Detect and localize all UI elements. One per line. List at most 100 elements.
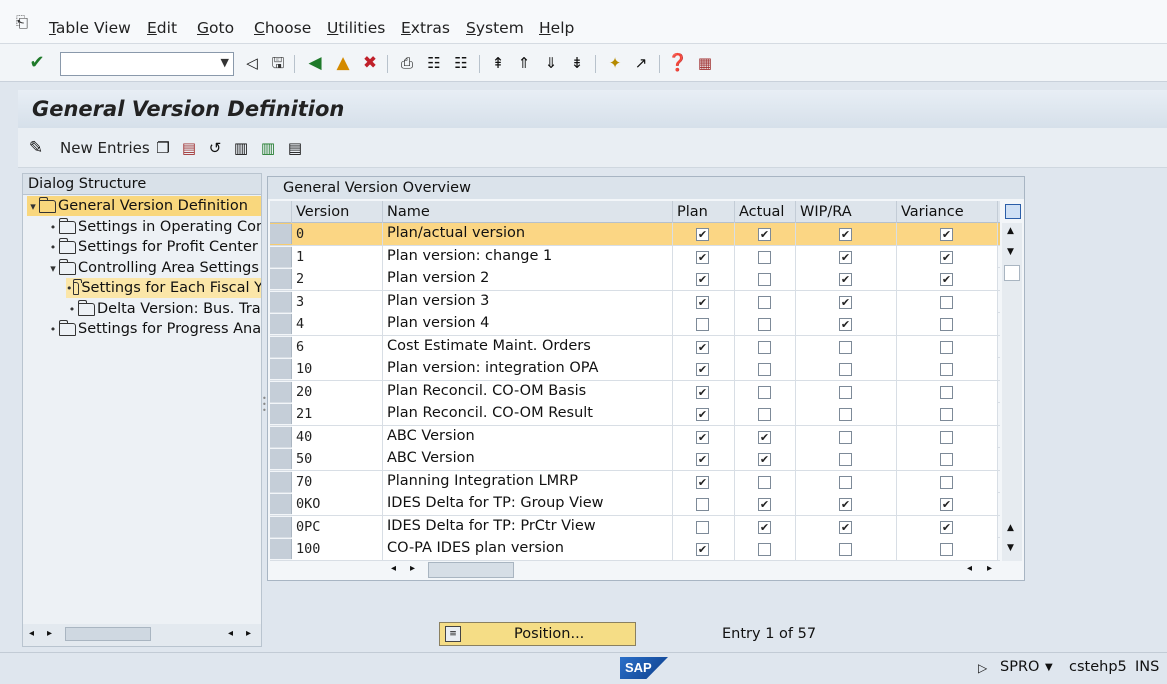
wip-checkbox[interactable] xyxy=(839,453,852,466)
back-arrow-icon[interactable]: ◁ xyxy=(242,53,262,73)
scroll-thumb[interactable] xyxy=(428,562,514,578)
wip-checkbox[interactable] xyxy=(839,430,852,444)
actual-checkbox[interactable] xyxy=(758,340,771,354)
wip-checkbox[interactable]: ✔ xyxy=(839,318,852,331)
undo-change-icon[interactable]: ↺ xyxy=(205,138,225,158)
scroll-thumb[interactable] xyxy=(65,627,151,641)
version-cell[interactable]: 4 xyxy=(292,313,383,335)
scroll-right-icon[interactable]: ▸ xyxy=(410,563,415,574)
row-selector[interactable] xyxy=(270,224,292,244)
plan-checkbox[interactable]: ✔ xyxy=(696,453,709,466)
plan-checkbox[interactable]: ✔ xyxy=(696,363,709,376)
tree-node-settings-profit-center[interactable]: • Settings for Profit Center A xyxy=(47,237,261,257)
name-cell[interactable]: ABC Version xyxy=(383,448,673,470)
name-cell[interactable]: Plan Reconcil. CO-OM Basis xyxy=(383,380,673,403)
find-icon[interactable]: ☷ xyxy=(424,53,444,73)
variance-checkbox[interactable]: ✔ xyxy=(940,273,953,286)
first-page-icon[interactable]: ⇞ xyxy=(488,53,508,73)
variance-checkbox[interactable]: ✔ xyxy=(940,250,953,264)
cancel-icon[interactable]: ✖ xyxy=(360,53,380,73)
actual-checkbox[interactable] xyxy=(758,475,771,489)
new-entries-button[interactable]: New Entries xyxy=(60,139,150,157)
version-cell[interactable]: 2 xyxy=(292,268,383,290)
table-row[interactable]: 1 Plan version: change 1 ✔ ✔ ✔ xyxy=(270,245,1000,268)
variance-checkbox[interactable] xyxy=(940,543,953,556)
chevron-down-icon[interactable]: ▼ xyxy=(221,56,229,69)
scroll-right-icon[interactable]: ▸ xyxy=(987,563,992,574)
play-triangle-icon[interactable]: ▷ xyxy=(978,661,987,675)
name-cell[interactable]: IDES Delta for TP: PrCtr View xyxy=(383,515,673,538)
command-field[interactable]: ▼ xyxy=(60,52,234,76)
actual-checkbox[interactable]: ✔ xyxy=(758,453,771,466)
plan-checkbox[interactable] xyxy=(696,498,709,511)
tree-node-general-version-definition[interactable]: ▾ General Version Definition xyxy=(27,196,261,216)
table-row[interactable]: 70 Planning Integration LMRP ✔ xyxy=(270,470,1000,493)
row-selector[interactable] xyxy=(270,336,292,357)
table-row[interactable]: 4 Plan version 4 ✔ xyxy=(270,313,1000,336)
version-cell[interactable]: 40 xyxy=(292,425,383,448)
splitter-handle[interactable]: • • • xyxy=(262,395,267,416)
plan-checkbox[interactable]: ✔ xyxy=(696,250,709,264)
plan-checkbox[interactable]: ✔ xyxy=(696,430,709,444)
row-selector[interactable] xyxy=(270,314,292,334)
variance-checkbox[interactable] xyxy=(940,408,953,421)
exit-icon[interactable]: ▲ xyxy=(333,53,353,73)
version-cell[interactable]: 100 xyxy=(292,538,383,560)
version-cell[interactable]: 0 xyxy=(292,223,383,245)
deselect-all-icon[interactable]: ▤ xyxy=(285,138,305,158)
edit-display-toggle-icon[interactable]: ✎ xyxy=(26,138,46,158)
variance-checkbox[interactable]: ✔ xyxy=(940,228,953,241)
version-cell[interactable]: 1 xyxy=(292,245,383,268)
name-cell[interactable]: Plan version 2 xyxy=(383,268,673,290)
version-cell[interactable]: 20 xyxy=(292,380,383,403)
wip-checkbox[interactable]: ✔ xyxy=(839,498,852,511)
plan-checkbox[interactable] xyxy=(696,318,709,331)
table-row[interactable]: 100 CO-PA IDES plan version ✔ xyxy=(270,538,1000,561)
enter-icon[interactable]: ✔ xyxy=(27,53,47,73)
wip-checkbox[interactable] xyxy=(839,363,852,376)
actual-checkbox[interactable] xyxy=(758,273,771,286)
row-selector[interactable] xyxy=(270,449,292,469)
tree-node-controlling-area-settings[interactable]: ▾ Controlling Area Settings xyxy=(47,258,259,278)
table-horizontal-scrollbar[interactable]: ◂ ▸ ◂ ▸ xyxy=(268,560,1024,580)
actual-checkbox[interactable]: ✔ xyxy=(758,498,771,511)
row-selector[interactable] xyxy=(270,381,292,402)
row-selector[interactable] xyxy=(270,269,292,289)
help-icon[interactable]: ❓ xyxy=(667,53,688,73)
select-all-icon[interactable]: ▥ xyxy=(231,138,251,158)
variance-checkbox[interactable] xyxy=(940,430,953,444)
variance-checkbox[interactable] xyxy=(940,295,953,309)
actual-checkbox[interactable] xyxy=(758,385,771,399)
actual-checkbox[interactable] xyxy=(758,318,771,331)
plan-checkbox[interactable]: ✔ xyxy=(696,273,709,286)
scroll-right-icon[interactable]: ▸ xyxy=(246,628,251,639)
actual-checkbox[interactable]: ✔ xyxy=(758,228,771,241)
column-header-wip-ra[interactable]: WIP/RA xyxy=(796,201,897,223)
table-row[interactable]: 3 Plan version 3 ✔ ✔ xyxy=(270,290,1000,313)
tree-node-settings-progress-analysis[interactable]: • Settings for Progress Analy xyxy=(47,319,261,339)
table-row[interactable]: 50 ABC Version ✔ ✔ xyxy=(270,448,1000,471)
wip-checkbox[interactable] xyxy=(839,475,852,489)
actual-checkbox[interactable]: ✔ xyxy=(758,520,771,534)
column-header-version[interactable]: Version xyxy=(292,201,383,223)
name-cell[interactable]: IDES Delta for TP: Group View xyxy=(383,493,673,515)
actual-checkbox[interactable] xyxy=(758,295,771,309)
column-header-plan[interactable]: Plan xyxy=(673,201,735,223)
variance-checkbox[interactable] xyxy=(940,453,953,466)
variance-checkbox[interactable] xyxy=(940,318,953,331)
wip-checkbox[interactable] xyxy=(839,340,852,354)
name-cell[interactable]: Cost Estimate Maint. Orders xyxy=(383,335,673,358)
version-cell[interactable]: 50 xyxy=(292,448,383,470)
version-cell[interactable]: 21 xyxy=(292,403,383,425)
scroll-up-icon[interactable]: ▲ xyxy=(1007,226,1014,236)
scroll-thumb[interactable] xyxy=(1004,265,1020,281)
wip-checkbox[interactable]: ✔ xyxy=(839,295,852,309)
menu-edit[interactable]: Edit xyxy=(147,19,177,37)
tree-node-delta-version[interactable]: • Delta Version: Bus. Tran xyxy=(66,299,261,319)
table-row[interactable]: 6 Cost Estimate Maint. Orders ✔ xyxy=(270,335,1000,358)
table-row[interactable]: 21 Plan Reconcil. CO-OM Result ✔ xyxy=(270,403,1000,426)
shortcut-icon[interactable]: ↗ xyxy=(631,53,651,73)
table-row[interactable]: 0PC IDES Delta for TP: PrCtr View ✔ ✔ ✔ xyxy=(270,515,1000,538)
version-cell[interactable]: 3 xyxy=(292,290,383,313)
version-cell[interactable]: 70 xyxy=(292,470,383,493)
